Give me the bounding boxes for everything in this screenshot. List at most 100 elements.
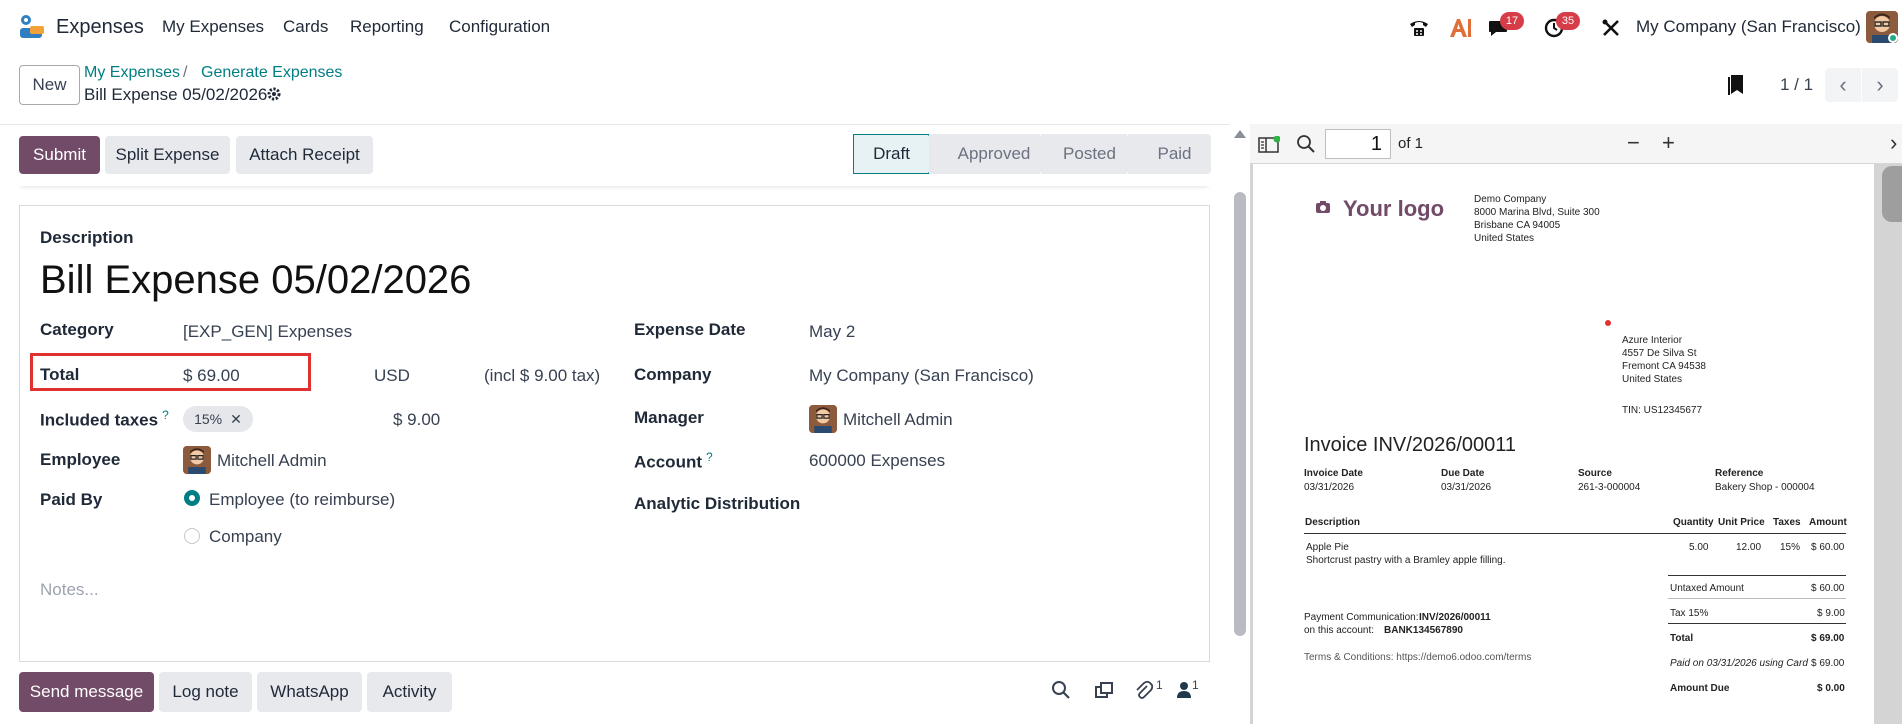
ai-icon[interactable] <box>1447 15 1473 41</box>
incl-tax-text: (incl $ 9.00 tax) <box>484 366 601 385</box>
totals-label: Total <box>1670 633 1694 644</box>
line-qty: 5.00 <box>1689 542 1709 553</box>
meta-value: Bakery Shop - 000004 <box>1715 482 1815 493</box>
phone-icon[interactable] <box>1406 15 1432 41</box>
pdf-more-icon[interactable]: › <box>1890 130 1897 156</box>
description-field[interactable]: Bill Expense 05/02/2026 <box>40 258 471 303</box>
table-header: Amount <box>1809 517 1847 528</box>
gear-icon[interactable] <box>266 86 282 107</box>
menu-configuration[interactable]: Configuration <box>449 17 550 37</box>
paid-by-employee-label[interactable]: Employee (to reimburse) <box>209 490 395 510</box>
form-scrollbar-thumb[interactable] <box>1234 192 1246 636</box>
stage-approved[interactable]: Approved <box>929 134 1041 174</box>
table-header: Taxes <box>1773 517 1801 528</box>
meta-label: Invoice Date <box>1304 468 1363 479</box>
line-price: 12.00 <box>1736 542 1762 553</box>
activity-button[interactable]: Activity <box>367 672 452 712</box>
payment-comm-label: Payment Communication: <box>1304 612 1419 623</box>
paid-by-label: Paid By <box>40 490 103 509</box>
expense-date-label: Expense Date <box>634 320 746 339</box>
stage-draft[interactable]: Draft <box>853 134 929 174</box>
account-field[interactable]: 600000 Expenses <box>809 451 945 471</box>
whatsapp-button[interactable]: WhatsApp <box>257 672 362 712</box>
notes-field[interactable]: Notes... <box>40 580 99 600</box>
chevron-left-icon: ‹ <box>1839 72 1847 97</box>
pager-value[interactable]: 1 / 1 <box>1780 75 1813 95</box>
total-label: Total <box>40 365 80 384</box>
pdf-scrollbar-thumb[interactable] <box>1882 166 1902 222</box>
bookmark-icon[interactable] <box>1728 74 1744 96</box>
paid-by-company-radio[interactable] <box>184 528 200 544</box>
category-label: Category <box>40 320 114 339</box>
totals-value: $ 69.00 <box>1811 658 1845 669</box>
paid-by-employee-radio[interactable] <box>184 490 200 506</box>
menu-reporting[interactable]: Reporting <box>350 17 424 37</box>
statusbar-shadow <box>19 178 1210 186</box>
help-icon[interactable]: ? <box>162 408 169 422</box>
close-icon[interactable]: ✕ <box>230 411 242 428</box>
recipient-line: Azure Interior <box>1622 335 1683 346</box>
employee-label: Employee <box>40 450 121 469</box>
tax-tag[interactable]: 15% ✕ <box>183 406 253 432</box>
attach-receipt-button[interactable]: Attach Receipt <box>236 136 373 174</box>
pdf-search-icon[interactable] <box>1296 134 1316 160</box>
split-expense-button[interactable]: Split Expense <box>105 136 230 174</box>
send-message-button[interactable]: Send message <box>19 672 154 712</box>
terms-text: Terms & Conditions: https://demo6.odoo.c… <box>1304 652 1532 663</box>
expenses-app-icon[interactable] <box>18 14 46 42</box>
zoom-out-icon[interactable]: − <box>1627 130 1640 156</box>
table-header: Description <box>1305 517 1361 528</box>
pdf-page-input[interactable]: 1 <box>1325 129 1391 159</box>
sidebar-toggle-icon[interactable] <box>1258 134 1281 160</box>
pager-next-button[interactable]: › <box>1862 68 1898 102</box>
menu-cards[interactable]: Cards <box>283 17 328 37</box>
menu-my-expenses[interactable]: My Expenses <box>162 17 264 37</box>
currency-field[interactable]: USD <box>374 366 410 386</box>
scroll-up-arrow[interactable] <box>1234 130 1246 138</box>
top-navbar: Expenses My Expenses Cards Reporting Con… <box>0 0 1902 54</box>
stage-paid[interactable]: Paid <box>1128 134 1211 174</box>
category-field[interactable]: [EXP_GEN] Expenses <box>183 322 352 342</box>
new-button[interactable]: New <box>19 65 80 105</box>
manager-field[interactable]: Mitchell Admin <box>843 410 953 430</box>
description-label: Description <box>40 228 134 247</box>
pdf-page: Your logo Demo Company 8000 Marina Blvd,… <box>1253 164 1874 724</box>
tools-icon[interactable] <box>1598 15 1624 41</box>
company-switcher[interactable]: My Company (San Francisco) <box>1636 17 1861 37</box>
submit-button[interactable]: Submit <box>19 136 100 174</box>
manager-label: Manager <box>634 408 704 427</box>
help-icon[interactable]: ? <box>706 450 713 464</box>
analytic-distribution-label: Analytic Distribution <box>634 494 801 513</box>
totals-rule <box>1668 623 1846 624</box>
totals-rule <box>1668 598 1846 599</box>
app-name[interactable]: Expenses <box>56 16 144 39</box>
line-description: Shortcrust pastry with a Bramley apple f… <box>1306 555 1506 566</box>
paperclip-icon[interactable] <box>1133 680 1154 705</box>
tax-amount: $ 9.00 <box>393 410 441 429</box>
user-avatar[interactable] <box>1866 11 1898 43</box>
paid-by-company-label[interactable]: Company <box>209 527 282 547</box>
log-note-button[interactable]: Log note <box>159 672 252 712</box>
company-field[interactable]: My Company (San Francisco) <box>809 366 1034 386</box>
windows-icon[interactable] <box>1094 680 1114 705</box>
recipient-line: United States <box>1622 374 1683 385</box>
expense-date-field[interactable]: May 2 <box>809 322 855 342</box>
recipient-line: Fremont CA 94538 <box>1622 361 1706 372</box>
employee-field[interactable]: Mitchell Admin <box>217 451 327 471</box>
zoom-in-icon[interactable]: + <box>1662 130 1675 156</box>
search-icon[interactable] <box>1051 680 1071 705</box>
red-marker-dot <box>1605 320 1611 326</box>
line-amount: $ 60.00 <box>1811 542 1845 553</box>
meta-value: 261-3-000004 <box>1578 482 1641 493</box>
stage-posted[interactable]: Posted <box>1041 134 1128 174</box>
total-field[interactable]: $ 69.00 <box>183 366 240 386</box>
tin-text: TIN: US12345677 <box>1622 405 1703 416</box>
pager-previous-button[interactable]: ‹ <box>1825 68 1861 102</box>
followers-icon[interactable] <box>1176 680 1192 705</box>
company-label: Company <box>634 365 712 384</box>
control-panel-divider <box>0 124 1230 125</box>
breadcrumb-generate-expenses[interactable]: Generate Expenses <box>201 64 342 82</box>
record-title: Bill Expense 05/02/2026 <box>84 85 268 104</box>
table-header-rule <box>1304 533 1846 534</box>
breadcrumb-my-expenses[interactable]: My Expenses <box>84 64 180 82</box>
